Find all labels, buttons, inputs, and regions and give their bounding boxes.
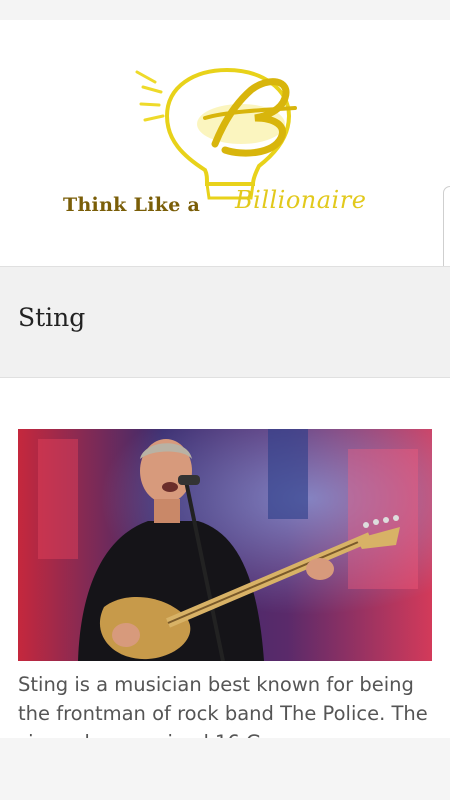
title-band: Sting — [0, 266, 450, 378]
singer-photo-image — [18, 429, 432, 661]
logo-tagline-script: Billionaire — [235, 186, 367, 214]
site-logo[interactable]: Think Like a Billionaire — [55, 60, 400, 230]
site-header: Think Like a Billionaire — [0, 20, 450, 266]
page-title: Sting — [18, 303, 86, 332]
article-image — [18, 429, 432, 661]
article-body-text: Sting is a musician best known for being… — [18, 673, 428, 738]
bottom-bar — [0, 738, 450, 800]
top-strip — [0, 0, 450, 20]
logo-tagline-plain: Think Like a — [63, 194, 201, 216]
